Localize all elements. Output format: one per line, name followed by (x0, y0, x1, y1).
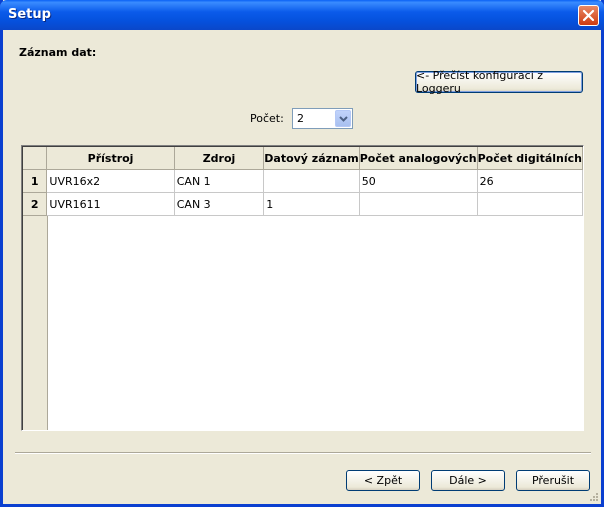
close-button[interactable] (578, 5, 599, 26)
next-button[interactable]: Dále > (431, 470, 505, 491)
column-header[interactable]: Zdroj (174, 147, 265, 170)
section-label: Záznam dat: (19, 46, 97, 59)
back-button[interactable]: < Zpět (346, 470, 420, 491)
column-header[interactable]: Počet digitálních (477, 147, 583, 170)
title-bar[interactable]: Setup (0, 0, 604, 30)
row-number[interactable]: 1 (23, 169, 48, 193)
column-header[interactable]: Počet analogových (359, 147, 478, 170)
count-select-arrow[interactable] (335, 110, 351, 127)
corner-header (23, 147, 48, 170)
chevron-down-icon (339, 116, 348, 122)
window-title: Setup (8, 7, 51, 22)
cell-data-record[interactable]: 1 (263, 192, 360, 216)
cell-data-record[interactable] (263, 169, 360, 193)
count-select[interactable]: 2 (292, 108, 353, 129)
read-config-button[interactable]: <- Přečíst konfiguraci z Loggeru (415, 69, 583, 95)
table-row[interactable]: 2 UVR1611 CAN 3 1 (23, 192, 583, 216)
abort-button[interactable]: Přerušit (516, 470, 590, 491)
cell-digital-count[interactable] (477, 192, 583, 216)
cell-analog-count[interactable] (359, 192, 478, 216)
footer-separator (15, 452, 591, 454)
cell-digital-count[interactable]: 26 (477, 169, 583, 193)
cell-source[interactable]: CAN 1 (174, 169, 265, 193)
close-icon (582, 9, 595, 22)
device-table[interactable]: Přístroj Zdroj Datový záznam Počet analo… (21, 145, 584, 431)
resize-grip-icon[interactable] (588, 491, 599, 502)
cell-device[interactable]: UVR1611 (46, 192, 175, 216)
row-number[interactable]: 2 (23, 192, 48, 216)
column-header[interactable]: Datový záznam (263, 147, 360, 170)
device-grid: Přístroj Zdroj Datový záznam Počet analo… (23, 147, 583, 216)
cell-device[interactable]: UVR16x2 (46, 169, 175, 193)
count-select-value: 2 (297, 112, 304, 125)
cell-analog-count[interactable]: 50 (359, 169, 478, 193)
setup-dialog: Setup Záznam dat: <- Přečíst konfiguraci… (0, 0, 604, 507)
table-row[interactable]: 1 UVR16x2 CAN 1 50 26 (23, 169, 583, 193)
count-label: Počet: (250, 112, 284, 125)
column-header[interactable]: Přístroj (46, 147, 175, 170)
cell-source[interactable]: CAN 3 (174, 192, 265, 216)
